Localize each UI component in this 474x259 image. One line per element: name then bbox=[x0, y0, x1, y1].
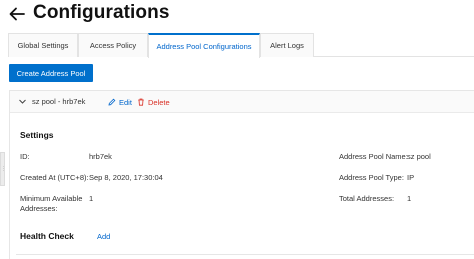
created-at-value: Sep 8, 2020, 17:30:04 bbox=[89, 173, 163, 182]
chevron-down-icon[interactable] bbox=[18, 97, 27, 106]
trash-icon bbox=[138, 98, 144, 106]
tab-global-settings[interactable]: Global Settings bbox=[8, 33, 78, 57]
pool-type-label: Address Pool Type: bbox=[339, 173, 404, 182]
tab-access-policy[interactable]: Access Policy bbox=[78, 33, 148, 57]
create-address-pool-button[interactable]: Create Address Pool bbox=[9, 64, 93, 82]
tab-address-pool-configurations[interactable]: Address Pool Configurations bbox=[148, 33, 260, 58]
page-header: Configurations bbox=[0, 0, 474, 30]
min-available-value: 1 bbox=[89, 194, 94, 203]
address-pool-panel: sz pool - hrb7ek Edit Delete Settings ID… bbox=[9, 90, 474, 259]
id-label: ID: bbox=[20, 152, 30, 161]
pool-name-label: Address Pool Name: bbox=[339, 152, 408, 161]
tab-bar: Global Settings Access Policy Address Po… bbox=[8, 33, 474, 58]
delete-button[interactable]: Delete bbox=[137, 96, 170, 108]
tab-alert-logs[interactable]: Alert Logs bbox=[260, 33, 314, 57]
add-health-check-link[interactable]: Add bbox=[97, 232, 110, 241]
page-title: Configurations bbox=[33, 2, 170, 23]
total-addresses-value: 1 bbox=[407, 194, 412, 203]
pencil-icon bbox=[108, 98, 116, 106]
pool-panel-header: sz pool - hrb7ek Edit Delete bbox=[10, 91, 474, 113]
pool-type-value: IP bbox=[407, 173, 415, 182]
sidebar-collapse-handle[interactable]: ⋮ bbox=[0, 152, 6, 186]
settings-section-title: Settings bbox=[20, 130, 54, 140]
back-arrow-icon[interactable] bbox=[8, 5, 26, 23]
divider bbox=[16, 254, 474, 255]
min-available-label: Minimum Available Addresses: bbox=[20, 194, 83, 213]
pool-name-value: sz pool bbox=[407, 152, 431, 161]
edit-label: Edit bbox=[119, 97, 132, 107]
edit-button[interactable]: Edit bbox=[108, 96, 132, 108]
health-check-title: Health Check bbox=[20, 231, 74, 241]
created-at-label: Created At (UTC+8): bbox=[20, 173, 89, 182]
pool-title: sz pool - hrb7ek bbox=[32, 97, 86, 106]
handle-grip-icon: ⋮ bbox=[1, 166, 6, 172]
delete-label: Delete bbox=[148, 97, 170, 107]
id-value: hrb7ek bbox=[89, 152, 112, 161]
total-addresses-label: Total Addresses: bbox=[339, 194, 395, 203]
